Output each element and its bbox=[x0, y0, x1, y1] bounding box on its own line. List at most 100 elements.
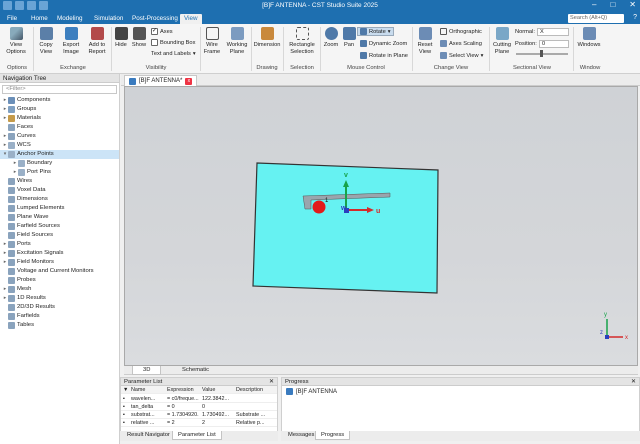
cell-expr[interactable]: = 1.7304920... bbox=[167, 411, 199, 419]
table-row[interactable]: ▪ tan_delta = 00 bbox=[121, 403, 277, 411]
view-options-button[interactable]: View Options bbox=[5, 27, 27, 55]
orthographic-toggle[interactable]: Orthographic bbox=[440, 28, 482, 35]
tree-item-dimensions[interactable]: Dimensions bbox=[0, 195, 119, 204]
tab-progress[interactable]: Progress bbox=[315, 431, 351, 440]
zoom-button[interactable]: Zoom bbox=[323, 27, 339, 49]
copy-view-button[interactable]: Copy View bbox=[36, 27, 56, 55]
tree-item-plane-wave[interactable]: Plane Wave bbox=[0, 213, 119, 222]
bounding-box-checkbox[interactable]: Bounding Box bbox=[151, 39, 195, 46]
tree-item-label: Faces bbox=[17, 124, 34, 130]
rectangle-selection-button[interactable]: Rectangle Selection bbox=[286, 27, 318, 55]
parameter-icon: ▪ bbox=[123, 412, 125, 418]
project-icon bbox=[129, 77, 136, 85]
close-icon[interactable]: ✕ bbox=[631, 378, 636, 386]
text-and-labels-dropdown[interactable]: Text and Labels ▾ bbox=[151, 51, 196, 57]
cell-desc: Substrate ... bbox=[236, 412, 266, 418]
tree-item-wcs[interactable]: ▸ WCS bbox=[0, 141, 119, 150]
document-tab[interactable]: [B]F ANTENNA* x bbox=[124, 75, 198, 86]
tree-item-ports[interactable]: ▸ Ports bbox=[0, 240, 119, 249]
menu-post-processing[interactable]: Post-Processing bbox=[128, 14, 182, 24]
axes-scaling-icon bbox=[440, 40, 447, 47]
tree-item-materials[interactable]: ▸ Materials bbox=[0, 114, 119, 123]
tree-item-label: Port Pins bbox=[27, 169, 51, 175]
search-input[interactable]: Search (Alt+Q) bbox=[568, 14, 624, 23]
cutting-plane-button[interactable]: Cutting Plane bbox=[491, 27, 513, 55]
folder-icon bbox=[8, 250, 15, 257]
tree-item-label: Farfield Sources bbox=[17, 223, 60, 229]
tree-item-label: 1D Results bbox=[17, 295, 46, 301]
model-canvas[interactable]: 1 v u w y x z bbox=[125, 87, 639, 367]
windows-button[interactable]: Windows bbox=[576, 27, 602, 49]
cell-expr[interactable]: = 2 bbox=[167, 419, 199, 427]
col-value[interactable]: Value bbox=[202, 386, 234, 394]
table-row[interactable]: ▪ relative ... = 2 2 Relative p... bbox=[121, 419, 277, 427]
tree-item-mesh[interactable]: ▸ Mesh bbox=[0, 285, 119, 294]
minimize-button[interactable]: – bbox=[592, 0, 596, 9]
tree-item-voltage-and-current-monitors[interactable]: Voltage and Current Monitors bbox=[0, 267, 119, 276]
pan-button[interactable]: Pan bbox=[342, 27, 356, 49]
hide-button[interactable]: Hide bbox=[114, 27, 128, 49]
tree-item-faces[interactable]: Faces bbox=[0, 123, 119, 132]
tab-3d[interactable]: 3D bbox=[132, 366, 162, 375]
tree-item-probes[interactable]: Probes bbox=[0, 276, 119, 285]
tree-item-curves[interactable]: ▸ Curves bbox=[0, 132, 119, 141]
tree-item-groups[interactable]: ▸ Groups bbox=[0, 105, 119, 114]
menu-file[interactable]: File bbox=[3, 14, 21, 24]
tab-schematic[interactable]: Schematic bbox=[172, 366, 219, 375]
tree-item-boundary[interactable]: ▸ Boundary bbox=[0, 159, 119, 168]
3d-viewport[interactable]: 1 v u w y x z bbox=[124, 86, 638, 366]
tree-item-lumped-elements[interactable]: Lumped Elements bbox=[0, 204, 119, 213]
tree-item-2d-3d-results[interactable]: 2D/3D Results bbox=[0, 303, 119, 312]
add-to-report-button[interactable]: Add to Report bbox=[85, 27, 109, 55]
tree-item-voxel-data[interactable]: Voxel Data bbox=[0, 186, 119, 195]
dynamic-zoom-button[interactable]: Dynamic Zoom bbox=[360, 40, 407, 47]
cell-expr[interactable]: = c0/freque... bbox=[167, 395, 199, 403]
axes-checkbox[interactable]: ✓ Axes bbox=[151, 28, 173, 35]
rotate-in-plane-button[interactable]: Rotate in Plane bbox=[360, 52, 408, 59]
tree-item-1d-results[interactable]: ▸ 1D Results bbox=[0, 294, 119, 303]
position-input[interactable]: 0 bbox=[539, 40, 569, 48]
tree-item-anchor-points[interactable]: ▾ Anchor Points bbox=[0, 150, 119, 159]
normal-select[interactable]: X bbox=[537, 28, 569, 36]
tab-parameter-list[interactable]: Parameter List bbox=[172, 431, 222, 440]
tab-result-navigator[interactable]: Result Navigator bbox=[122, 431, 175, 440]
tree-item-field-monitors[interactable]: ▸ Field Monitors bbox=[0, 258, 119, 267]
tree-item-label: Field Monitors bbox=[17, 259, 54, 265]
slider-handle[interactable] bbox=[540, 50, 543, 57]
tree-item-port-pins[interactable]: ▸ Port Pins bbox=[0, 168, 119, 177]
menu-simulation[interactable]: Simulation bbox=[90, 14, 127, 24]
dimension-button[interactable]: Dimension bbox=[253, 27, 281, 49]
tree-item-tables[interactable]: Tables bbox=[0, 321, 119, 330]
menu-view[interactable]: View bbox=[180, 14, 202, 24]
col-expression[interactable]: Expression bbox=[167, 386, 199, 394]
wire-frame-button[interactable]: Wire Frame bbox=[202, 27, 222, 55]
cell-expr[interactable]: = 0 bbox=[167, 403, 199, 411]
tree-item-components[interactable]: ▸ Components bbox=[0, 96, 119, 105]
port-marker[interactable] bbox=[312, 200, 326, 214]
export-image-button[interactable]: Export Image bbox=[60, 27, 82, 55]
help-icon[interactable]: ? bbox=[633, 14, 637, 21]
tree-item-excitation-signals[interactable]: ▸ Excitation Signals bbox=[0, 249, 119, 258]
col-name[interactable]: Name bbox=[131, 386, 165, 394]
tree-item-farfield-sources[interactable]: Farfield Sources bbox=[0, 222, 119, 231]
reset-view-button[interactable]: Reset View bbox=[415, 27, 435, 55]
close-icon[interactable]: ✕ bbox=[269, 378, 274, 386]
rotate-button[interactable]: Rotate ▾ bbox=[357, 27, 394, 36]
close-tab-icon[interactable]: x bbox=[185, 77, 193, 85]
select-view-dropdown[interactable]: Select View ▾ bbox=[440, 52, 483, 59]
maximize-button[interactable]: □ bbox=[610, 0, 615, 9]
close-button[interactable]: ✕ bbox=[629, 0, 636, 9]
tree-item-field-sources[interactable]: Field Sources bbox=[0, 231, 119, 240]
tree-item-farfields[interactable]: Farfields bbox=[0, 312, 119, 321]
menu-modeling[interactable]: Modeling bbox=[53, 14, 87, 24]
menu-home[interactable]: Home bbox=[27, 14, 52, 24]
working-plane-button[interactable]: Working Plane bbox=[224, 27, 250, 55]
table-row[interactable]: ▪ wavelen... = c0/freque... 122.3842... bbox=[121, 395, 277, 403]
tree-item-wires[interactable]: Wires bbox=[0, 177, 119, 186]
show-button[interactable]: Show bbox=[131, 27, 147, 49]
tab-messages[interactable]: Messages bbox=[283, 431, 319, 440]
table-row[interactable]: ▪ substrat... = 1.7304920... 1.730492... Sub… bbox=[121, 411, 277, 419]
col-description[interactable]: Description bbox=[236, 386, 276, 394]
filter-input[interactable]: <Filter> bbox=[2, 85, 117, 94]
axes-scaling-button[interactable]: Axes Scaling bbox=[440, 40, 482, 47]
